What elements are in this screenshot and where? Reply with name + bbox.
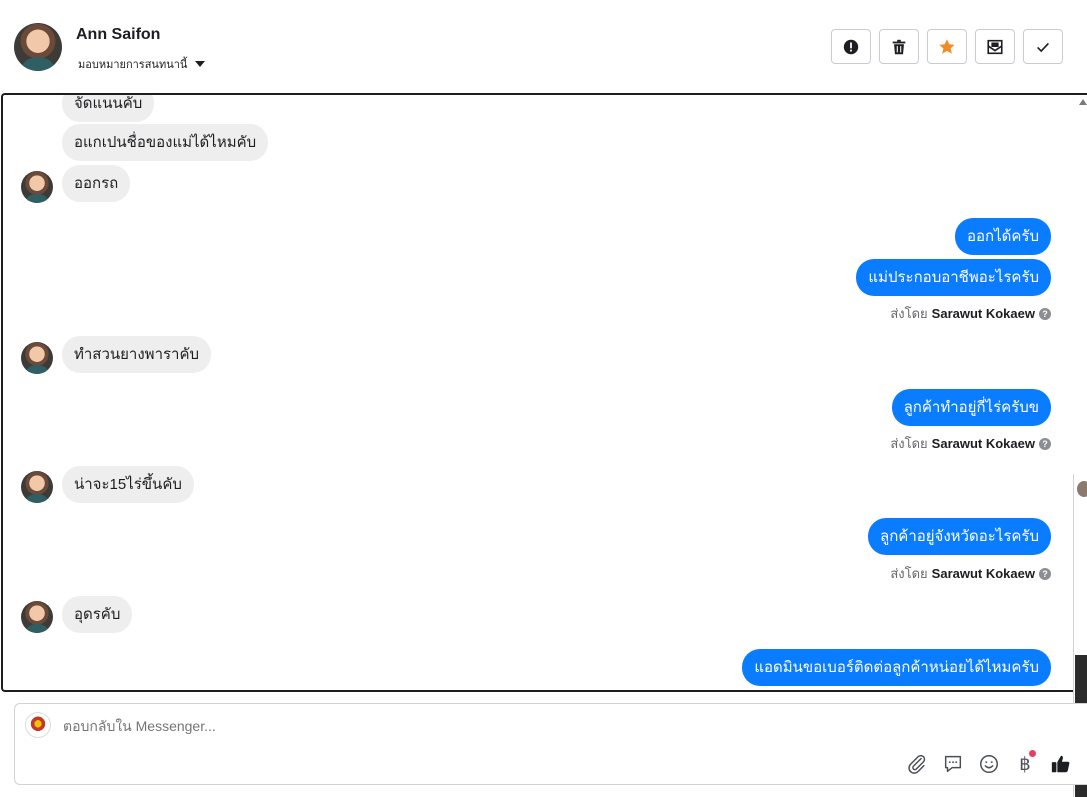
envelope-icon: [987, 39, 1003, 54]
sent-by-prefix: ส่งโดย: [890, 566, 928, 581]
notification-dot: [1029, 750, 1036, 757]
scroll-up-arrow-icon[interactable]: [1079, 99, 1087, 105]
incoming-message[interactable]: ออกรถ: [62, 165, 131, 202]
help-icon[interactable]: ?: [1039, 307, 1051, 320]
paperclip-icon: [908, 754, 926, 774]
outgoing-message[interactable]: ลูกค้าอยู่จังหวัดอะไรครับ: [868, 518, 1051, 555]
mark-done-button[interactable]: [1023, 29, 1063, 64]
sent-by-prefix: ส่งโดย: [890, 306, 928, 321]
contact-name[interactable]: Ann Saifon: [76, 26, 160, 44]
attach-button[interactable]: [905, 752, 929, 776]
incoming-message[interactable]: อแกเปนชื่อของแม่ได้ไหมคับ: [62, 124, 269, 161]
incoming-message[interactable]: ทำสวนยางพาราคับ: [62, 336, 212, 373]
outgoing-message[interactable]: แอดมินขอเบอร์ติดต่อลูกค้าหน่อยได้ไหมครับ: [742, 649, 1051, 686]
sent-by-prefix: ส่งโดย: [890, 436, 928, 451]
sent-by-label: ส่งโดย Sarawut Kokaew ?: [890, 433, 1051, 454]
thumbs-up-icon: [1051, 755, 1070, 773]
emoji-button[interactable]: [977, 752, 1001, 776]
saved-replies-button[interactable]: [941, 752, 965, 776]
sent-by-agent: Sarawut Kokaew: [931, 566, 1035, 581]
page-avatar: [25, 712, 51, 738]
header-actions: [831, 29, 1063, 64]
message-thread[interactable]: จัดแนนคับ อแกเปนชื่อของแม่ได้ไหมคับ ออกร…: [1, 93, 1087, 692]
assign-label: มอบหมายการสนทนานี้: [78, 59, 188, 71]
assign-conversation-dropdown[interactable]: มอบหมายการสนทนานี้: [78, 55, 206, 73]
mark-unread-button[interactable]: [975, 29, 1015, 64]
outgoing-message[interactable]: แม่ประกอบอาชีพอะไรครับ: [856, 259, 1051, 296]
mark-spam-button[interactable]: [831, 29, 871, 64]
incoming-message[interactable]: น่าจะ15ไร่ขึ้นคับ: [62, 466, 194, 503]
payment-button[interactable]: ฿: [1013, 750, 1037, 776]
trash-icon: [892, 39, 906, 54]
star-button[interactable]: [927, 29, 967, 64]
smiley-icon: [980, 755, 998, 773]
side-panel-avatar[interactable]: [1077, 481, 1087, 497]
reply-composer: ฿: [14, 703, 1087, 785]
contact-avatar-small: [21, 171, 53, 203]
baht-icon: ฿: [1019, 753, 1031, 775]
incoming-message[interactable]: จัดแนนคับ: [62, 95, 155, 122]
sent-by-agent: Sarawut Kokaew: [931, 436, 1035, 451]
composer-tools: ฿: [905, 750, 1073, 776]
delete-button[interactable]: [879, 29, 919, 64]
contact-avatar-small: [21, 471, 53, 503]
caret-down-icon: [195, 61, 206, 67]
chat-bubble-icon: [944, 755, 962, 773]
contact-avatar[interactable]: [14, 23, 62, 71]
outgoing-message[interactable]: ออกได้ครับ: [955, 218, 1051, 255]
check-icon: [1037, 42, 1049, 52]
incoming-message[interactable]: อุดรคับ: [62, 596, 133, 633]
sent-by-agent: Sarawut Kokaew: [931, 306, 1035, 321]
star-icon: [939, 38, 955, 54]
help-icon[interactable]: ?: [1039, 437, 1051, 450]
like-button[interactable]: [1049, 752, 1073, 776]
sent-by-label: ส่งโดย Sarawut Kokaew ?: [890, 563, 1051, 584]
alert-circle-icon: [843, 39, 859, 54]
outgoing-message[interactable]: ลูกค้าทำอยู่กี่ไร่ครับข: [891, 389, 1051, 426]
sent-by-label: ส่งโดย Sarawut Kokaew ?: [890, 303, 1051, 324]
reply-input[interactable]: [63, 718, 863, 734]
conversation-header: Ann Saifon มอบหมายการสนทนานี้: [0, 0, 1087, 92]
contact-avatar-small: [21, 601, 53, 633]
help-icon[interactable]: ?: [1039, 567, 1051, 580]
contact-avatar-small: [21, 342, 53, 374]
